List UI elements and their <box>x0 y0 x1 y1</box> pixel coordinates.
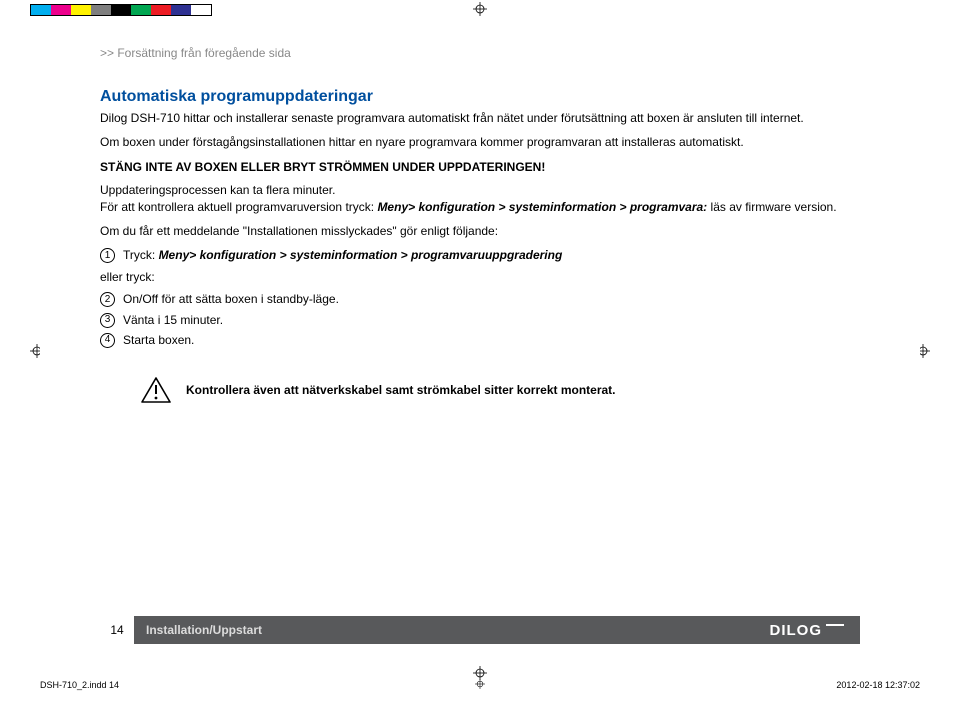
menu-path: Meny> konfiguration > systeminformation … <box>159 248 563 262</box>
print-color-bar <box>30 4 212 16</box>
menu-path: Meny> konfiguration > systeminformation … <box>377 200 707 214</box>
step-text: On/Off för att sätta boxen i standby-läg… <box>123 291 339 307</box>
body-text: Uppdateringsprocessen kan ta flera minut… <box>100 182 860 214</box>
step-text: Starta boxen. <box>123 332 194 348</box>
warning-text: STÄNG INTE AV BOXEN ELLER BRYT STRÖMMEN … <box>100 160 860 174</box>
body-text: Om du får ett meddelande "Installationen… <box>100 223 860 239</box>
print-timestamp: 2012-02-18 12:37:02 <box>836 680 920 690</box>
page-footer-bar: 14 Installation/Uppstart DILOG <box>100 616 860 644</box>
brand-logo: DILOG <box>770 622 861 639</box>
step-list: 2 On/Off för att sätta boxen i standby-l… <box>100 291 860 348</box>
step-number: 3 <box>100 313 115 328</box>
step-text: Tryck: <box>123 248 159 262</box>
list-item: 1 Tryck: Meny> konfiguration > systeminf… <box>100 247 860 263</box>
registration-mark-icon <box>473 2 487 16</box>
step-text: Vänta i 15 minuter. <box>123 312 223 328</box>
step-number: 2 <box>100 292 115 307</box>
list-item: 3 Vänta i 15 minuter. <box>100 312 860 328</box>
body-text: eller tryck: <box>100 269 860 285</box>
page-number: 14 <box>100 616 134 644</box>
notice-text: Kontrollera även att nätverkskabel samt … <box>186 383 616 397</box>
step-list: 1 Tryck: Meny> konfiguration > systeminf… <box>100 247 860 263</box>
list-item: 2 On/Off för att sätta boxen i standby-l… <box>100 291 860 307</box>
list-item: 4 Starta boxen. <box>100 332 860 348</box>
step-number: 4 <box>100 333 115 348</box>
body-text: Om boxen under förstagångsinstallationen… <box>100 134 860 150</box>
indesign-filename: DSH-710_2.indd 14 <box>40 680 119 690</box>
section-label: Installation/Uppstart <box>134 623 262 637</box>
notice-box: Kontrollera även att nätverkskabel samt … <box>140 376 860 404</box>
section-heading: Automatiska programuppdateringar <box>100 88 860 106</box>
continuation-note: >> Forsättning från föregående sida <box>100 46 860 60</box>
print-metadata-line: DSH-710_2.indd 14 2012-02-18 12:37:02 <box>40 680 920 690</box>
registration-mark-icon <box>475 679 485 691</box>
body-text-line: Uppdateringsprocessen kan ta flera minut… <box>100 183 335 197</box>
body-text-line: läs av firmware version. <box>707 200 836 214</box>
step-number: 1 <box>100 248 115 263</box>
page-content: >> Forsättning från föregående sida Auto… <box>40 24 920 666</box>
body-text-line: För att kontrollera aktuell programvaruv… <box>100 200 377 214</box>
warning-triangle-icon <box>140 376 172 404</box>
registration-mark-icon <box>473 666 487 680</box>
body-text: Dilog DSH-710 hittar och installerar sen… <box>100 110 860 126</box>
